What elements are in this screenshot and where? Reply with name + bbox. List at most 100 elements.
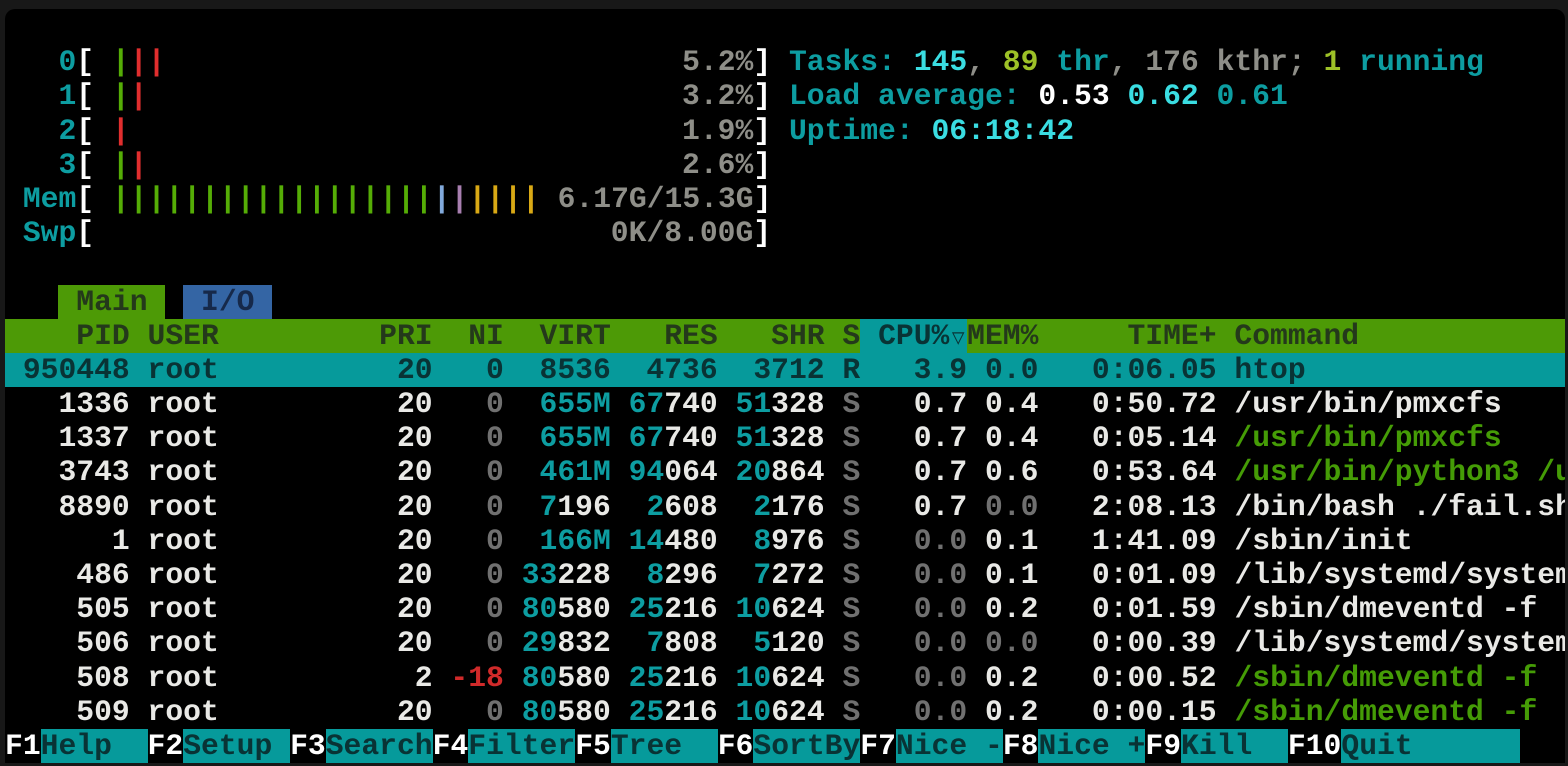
cell-shr-hi: 20 xyxy=(736,455,772,489)
text-segment: , xyxy=(967,45,1003,79)
meter-bar-green: | xyxy=(165,182,183,216)
cell-ni: 0 xyxy=(433,455,504,489)
cell-ni: 0 xyxy=(433,353,504,387)
text-segment: 0.61 xyxy=(1217,79,1288,113)
fkey-f7[interactable]: F7Nice - xyxy=(860,729,1003,763)
meter-row-2: 2[ | 1.9%] Uptime: 06:18:42 xyxy=(5,114,1565,148)
process-row-508[interactable]: 508 root 2 -18 80580 25216 10624 S 0.0 0… xyxy=(5,661,1565,695)
process-row-1[interactable]: 1 root 20 0 166M 14480 8976 S 0.0 0.1 1:… xyxy=(5,524,1565,558)
column-header-sp[interactable] xyxy=(825,319,843,353)
cell-command: /usr/bin/pmxcfs xyxy=(1234,387,1501,421)
cell-shr-hi: 10 xyxy=(736,592,772,626)
fkey-key: F5 xyxy=(575,729,611,763)
fkey-f5[interactable]: F5Tree xyxy=(575,729,718,763)
cell-gap xyxy=(1217,353,1235,387)
fkey-f9[interactable]: F9Kill xyxy=(1145,729,1288,763)
cell-mem: 0.2 xyxy=(967,661,1038,695)
cell-ni: 0 xyxy=(433,592,504,626)
cell-pid: 1337 xyxy=(5,421,130,455)
cell-virt-hi: 80 xyxy=(522,695,558,729)
fkey-f10[interactable]: F10Quit xyxy=(1288,729,1520,763)
cell-virt-lo: 8536 xyxy=(540,353,611,387)
cell-pri: 20 xyxy=(361,626,432,660)
cell-virt-pad xyxy=(504,455,540,489)
fkey-f2[interactable]: F2Setup xyxy=(148,729,291,763)
cell-virt-pad xyxy=(504,387,540,421)
cell-ni: 0 xyxy=(433,421,504,455)
column-header-sp[interactable] xyxy=(130,319,148,353)
cell-virt-lo: 196 xyxy=(557,490,610,524)
cell-shr-pad xyxy=(718,490,754,524)
cell-user: root xyxy=(148,421,362,455)
fkey-key: F3 xyxy=(290,729,326,763)
column-header-state[interactable]: S xyxy=(842,319,860,353)
text-segment: Load average: xyxy=(789,79,1038,113)
process-row-509[interactable]: 509 root 20 0 80580 25216 10624 S 0.0 0.… xyxy=(5,695,1565,729)
blank-row xyxy=(5,250,1565,284)
cell-command: /usr/bin/pmxcfs xyxy=(1234,421,1501,455)
tasks-summary: Tasks: 145, 89 thr, 176 kthr; 1 running xyxy=(789,45,1484,79)
process-row-486[interactable]: 486 root 20 0 33228 8296 7272 S 0.0 0.1 … xyxy=(5,558,1565,592)
fkey-f4[interactable]: F4Filter xyxy=(433,729,576,763)
column-header-cpu-sort[interactable]: CPU%▽ xyxy=(860,319,967,353)
column-header-pri[interactable]: PRI xyxy=(361,319,432,353)
process-row-3743[interactable]: 3743 root 20 0 461M 94064 20864 S 0.7 0.… xyxy=(5,455,1565,489)
process-row-950448[interactable]: 950448 root 20 0 8536 4736 3712 R 3.9 0.… xyxy=(5,353,1565,387)
meter-bar-yellow: | xyxy=(486,182,504,216)
cell-shr-lo: 624 xyxy=(771,592,824,626)
text-segment: 176 kthr xyxy=(1145,45,1288,79)
fkey-f3[interactable]: F3Search xyxy=(290,729,433,763)
tab-main[interactable]: Main xyxy=(58,285,165,319)
cell-res-hi: 67 xyxy=(629,421,665,455)
cell-virt-pad xyxy=(504,626,522,660)
fkey-f6[interactable]: F6SortBy xyxy=(718,729,861,763)
cell-shr-lo: 624 xyxy=(771,661,824,695)
column-header-ni[interactable]: NI xyxy=(433,319,504,353)
column-header-user[interactable]: USER xyxy=(148,319,362,353)
cell-shr-lo: 120 xyxy=(771,626,824,660)
cell-pid: 1 xyxy=(5,524,130,558)
text-segment: 145 xyxy=(914,45,967,79)
process-row-1336[interactable]: 1336 root 20 0 655M 67740 51328 S 0.7 0.… xyxy=(5,387,1565,421)
column-header-virt[interactable]: VIRT xyxy=(504,319,611,353)
meter-value: 3.2% xyxy=(682,79,753,113)
meter-gap xyxy=(94,79,112,113)
column-header-sp[interactable] xyxy=(1217,319,1235,353)
info-gap xyxy=(771,79,789,113)
process-row-8890[interactable]: 8890 root 20 0 7196 2608 2176 S 0.7 0.0 … xyxy=(5,490,1565,524)
process-row-506[interactable]: 506 root 20 0 29832 7808 5120 S 0.0 0.0 … xyxy=(5,626,1565,660)
fkey-f8[interactable]: F8Nice + xyxy=(1003,729,1146,763)
column-header-time[interactable]: TIME+ xyxy=(1038,319,1216,353)
cell-virt-hi: 655M xyxy=(540,421,611,455)
cell-shr-pad xyxy=(718,421,736,455)
info-gap xyxy=(771,114,789,148)
cell-pri: 20 xyxy=(361,387,432,421)
fkey-f1[interactable]: F1Help xyxy=(5,729,148,763)
column-header-pid[interactable]: PID xyxy=(5,319,130,353)
process-row-1337[interactable]: 1337 root 20 0 655M 67740 51328 S 0.7 0.… xyxy=(5,421,1565,455)
cell-virt-pad xyxy=(504,524,540,558)
cell-pri: 20 xyxy=(361,524,432,558)
tab-io[interactable]: I/O xyxy=(183,285,272,319)
cell-virt-pad xyxy=(504,661,522,695)
process-row-505[interactable]: 505 root 20 0 80580 25216 10624 S 0.0 0.… xyxy=(5,592,1565,626)
cell-pid: 3743 xyxy=(5,455,130,489)
sort-column-label: CPU% xyxy=(860,319,949,353)
text-segment: thr xyxy=(1038,45,1109,79)
cell-time: 0:05.14 xyxy=(1038,421,1216,455)
meter-pad xyxy=(130,114,682,148)
cell-cpu: 0.0 xyxy=(860,592,967,626)
meter-value: 5.2% xyxy=(682,45,753,79)
tab-bar: Main I/O xyxy=(5,285,1565,319)
cell-time: 0:06.05 xyxy=(1038,353,1216,387)
column-header-shr[interactable]: SHR xyxy=(718,319,825,353)
cell-shr-hi: 2 xyxy=(753,490,771,524)
column-header-mem[interactable]: MEM% xyxy=(967,319,1038,353)
meter-bracket-close: ] xyxy=(753,148,771,182)
cell-ni: 0 xyxy=(433,695,504,729)
cell-user: root xyxy=(148,490,362,524)
column-header-command[interactable]: Command xyxy=(1234,319,1359,353)
column-header-res[interactable]: RES xyxy=(611,319,718,353)
cell-gap xyxy=(1217,695,1235,729)
cell-pri: 20 xyxy=(361,421,432,455)
